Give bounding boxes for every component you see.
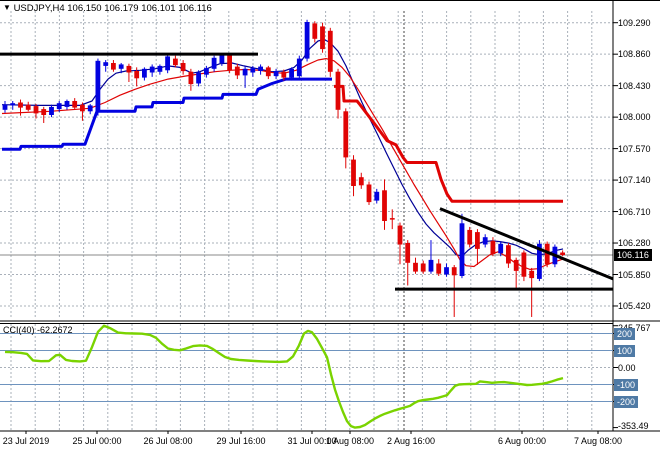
cci-indicator-label: CCI(40) -62.2672 xyxy=(3,325,73,336)
cci-indicator-name: CCI(40) xyxy=(3,325,35,335)
symbol-period-label: USDJPY,H4 xyxy=(13,3,65,14)
price-axis-label: 105.850 xyxy=(618,269,651,280)
quote-low: 106.101 xyxy=(141,3,176,14)
cci-indicator-value: -62.2672 xyxy=(37,325,73,335)
price-axis-label: 106.280 xyxy=(618,238,651,249)
symbol-dropdown-icon[interactable]: ▼ xyxy=(3,3,11,12)
price-axis-label: 108.000 xyxy=(618,112,651,123)
time-axis-label: 23 Jul 2019 xyxy=(2,436,50,446)
price-axis-label: 106.710 xyxy=(618,206,651,217)
quote-high: 106.179 xyxy=(104,3,139,14)
price-axis-label: 107.140 xyxy=(618,175,651,186)
time-axis-label: 26 Jul 08:00 xyxy=(143,436,193,446)
cci-level-tag: -100 xyxy=(614,378,639,391)
price-axis-label: 107.570 xyxy=(618,143,651,154)
cci-axis-zero: 0.00 xyxy=(618,362,636,373)
quote-close: 106.116 xyxy=(178,3,212,14)
price-axis-label: 109.290 xyxy=(618,17,651,28)
time-axis-label: 1 Aug 08:00 xyxy=(325,436,375,446)
chart-title: ▼ USDJPY,H4 106.150 106.179 106.101 106.… xyxy=(3,3,212,14)
time-axis-label: 6 Aug 00:00 xyxy=(497,436,547,446)
quote-open: 106.150 xyxy=(67,3,102,14)
cci-level-tag: -200 xyxy=(614,395,639,408)
time-axis-label: 25 Jul 00:00 xyxy=(72,436,122,446)
price-axis-label: 108.860 xyxy=(618,49,651,60)
time-axis-label: 7 Aug 08:00 xyxy=(573,436,623,446)
time-axis-label: 29 Jul 16:00 xyxy=(216,436,266,446)
price-chart-canvas[interactable] xyxy=(0,1,660,450)
current-price-tag: 106.116 xyxy=(614,249,652,262)
cci-axis-min: -353.49 xyxy=(618,420,649,431)
cci-level-tag: 100 xyxy=(614,344,636,357)
price-axis-label: 105.420 xyxy=(618,300,651,311)
cci-level-tag: 200 xyxy=(614,327,636,340)
price-axis-label: 108.430 xyxy=(618,80,651,91)
time-axis-label: 2 Aug 16:00 xyxy=(386,436,436,446)
chart-window: ▼ USDJPY,H4 106.150 106.179 106.101 106.… xyxy=(0,0,660,450)
